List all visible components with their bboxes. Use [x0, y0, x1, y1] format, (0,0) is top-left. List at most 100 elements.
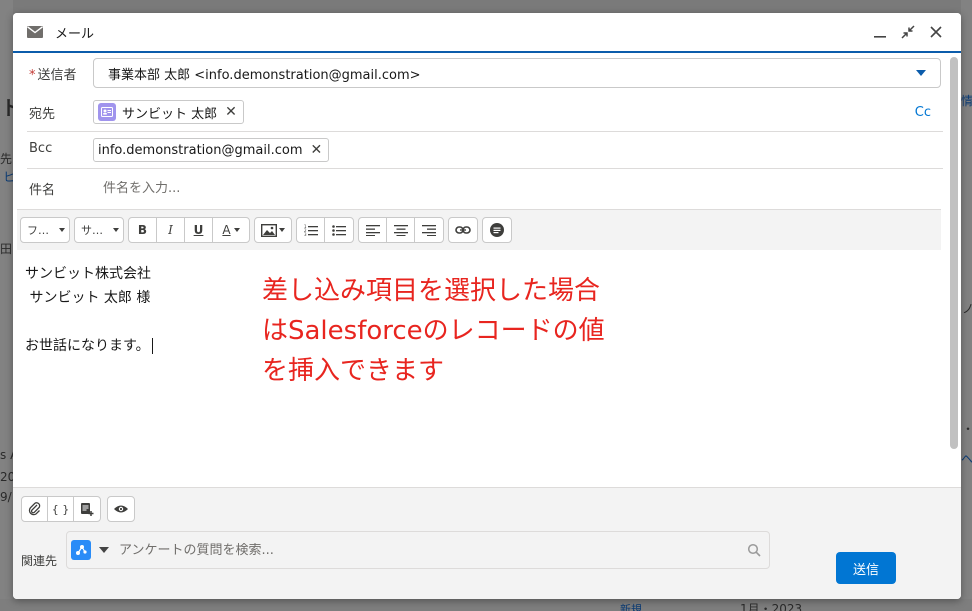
quote-icon [490, 223, 504, 237]
insert-link-button[interactable] [449, 218, 477, 242]
contact-icon [98, 103, 116, 121]
link-group [448, 217, 478, 243]
annotation-callout: 差し込み項目を選択した場合 はSalesforceのレコードの値 を挿入できます [262, 271, 605, 391]
background-fragment: 田 [0, 242, 13, 256]
search-icon [739, 543, 769, 557]
from-row: * 送信者 事業本部 太郎 <info.demonstration@gmail.c… [27, 53, 943, 93]
align-right-button[interactable] [415, 218, 443, 242]
related-search-input[interactable] [119, 542, 739, 558]
rich-text-toolbar: フ… サ… B I U A 123 [17, 209, 941, 250]
background-bottom-strip [0, 599, 972, 611]
remove-recipient-icon[interactable]: ✕ [225, 105, 237, 119]
collapse-icon [901, 25, 915, 39]
from-value: 事業本部 太郎 <info.demonstration@gmail.com> [108, 67, 421, 83]
footer-tool-group [107, 496, 135, 522]
related-object-selector[interactable] [67, 540, 119, 560]
subject-input[interactable] [93, 180, 493, 196]
font-family-group: フ… [20, 217, 70, 243]
footer-tool-group: { } [21, 496, 101, 522]
cc-link[interactable]: Cc [915, 105, 943, 120]
list-group: 123 [296, 217, 354, 243]
text-color-button[interactable]: A [213, 218, 249, 242]
subject-label: 件名 [29, 182, 56, 198]
email-form: * 送信者 事業本部 太郎 <info.demonstration@gmail.c… [13, 53, 961, 207]
related-to-label: 関連先 [21, 554, 58, 568]
format-group: B I U A [128, 217, 250, 243]
font-size-select[interactable]: サ… [75, 218, 123, 242]
recipient-name: サンビット 太郎 [122, 106, 218, 122]
font-family-select[interactable]: フ… [21, 218, 69, 242]
svg-text:3: 3 [304, 232, 307, 236]
template-icon [81, 503, 94, 516]
background-fragment: 9/ [0, 490, 12, 504]
required-mark: * [29, 67, 36, 83]
close-button[interactable] [925, 21, 947, 43]
mail-icon [27, 26, 43, 38]
attach-button[interactable] [22, 497, 48, 521]
modal-scrollbar[interactable] [950, 57, 958, 449]
from-select[interactable]: 事業本部 太郎 <info.demonstration@gmail.com> [93, 58, 941, 88]
collapse-button[interactable] [897, 21, 919, 43]
chevron-down-icon [279, 228, 285, 232]
align-center-icon [393, 225, 408, 236]
italic-button[interactable]: I [157, 218, 185, 242]
related-to-lookup [66, 531, 770, 569]
attach-icon [28, 502, 40, 516]
bulleted-list-button[interactable] [325, 218, 353, 242]
modal-title: メール [55, 26, 95, 42]
annotation-line: 差し込み項目を選択した場合 [262, 276, 601, 306]
underline-button[interactable]: U [185, 218, 213, 242]
minimize-button[interactable] [869, 21, 891, 43]
bcc-row: Bcc info.demonstration@gmail.com ✕ [27, 132, 943, 169]
background-fragment: 先 [0, 152, 13, 166]
modal-header: メール [13, 13, 961, 53]
email-composer-modal: メール * 送信者 事業本部 太郎 <info.demonstration@gma… [13, 13, 961, 599]
align-left-button[interactable] [359, 218, 387, 242]
insert-image-button[interactable] [255, 218, 291, 242]
bcc-label: Bcc [29, 140, 53, 156]
background-fragment: ノ [962, 302, 972, 316]
align-center-button[interactable] [387, 218, 415, 242]
composer-footer: { } 関連先 送信 [13, 487, 961, 599]
image-group [254, 217, 292, 243]
footer-tools: { } [21, 496, 141, 522]
link-icon [455, 226, 471, 234]
background-fragment: ・ [962, 420, 972, 437]
recipient-pill[interactable]: サンビット 太郎 ✕ [93, 100, 244, 124]
numbered-list-button[interactable]: 123 [297, 218, 325, 242]
remove-bcc-icon[interactable]: ✕ [310, 143, 322, 157]
chevron-down-icon [233, 228, 240, 232]
insert-template-button[interactable] [74, 497, 100, 521]
bcc-email: info.demonstration@gmail.com [98, 142, 303, 158]
numbered-list-icon: 123 [304, 224, 318, 236]
minimize-icon [874, 36, 886, 38]
bcc-pill[interactable]: info.demonstration@gmail.com ✕ [93, 138, 330, 162]
align-left-icon [365, 225, 380, 236]
bulleted-list-icon [332, 225, 346, 236]
bold-button[interactable]: B [129, 218, 157, 242]
background-fragment: 情 [961, 94, 972, 108]
send-button[interactable]: 送信 [836, 552, 896, 584]
merge-field-button[interactable]: { } [48, 497, 74, 521]
quote-group [482, 217, 512, 243]
chevron-down-icon [916, 70, 926, 76]
chevron-down-icon [99, 547, 109, 553]
chevron-down-icon [113, 228, 119, 232]
align-group [358, 217, 444, 243]
font-size-group: サ… [74, 217, 124, 243]
quote-button[interactable] [483, 218, 511, 242]
to-row: 宛先 サンビット 太郎 ✕ Cc [27, 93, 943, 132]
preview-button[interactable] [108, 497, 134, 521]
chevron-down-icon [59, 228, 65, 232]
from-label: * 送信者 [29, 67, 77, 83]
text-cursor [151, 338, 153, 354]
preview-icon [114, 505, 128, 513]
background-fragment: 1月・2023 [740, 602, 803, 611]
to-label: 宛先 [29, 106, 56, 122]
close-icon [930, 26, 942, 38]
annotation-line: を挿入できます [262, 356, 445, 386]
survey-question-icon [71, 540, 91, 560]
merge-field-icon: { } [51, 502, 70, 516]
background-fragment: ヘ [961, 452, 972, 466]
subject-row: 件名 [27, 169, 943, 207]
